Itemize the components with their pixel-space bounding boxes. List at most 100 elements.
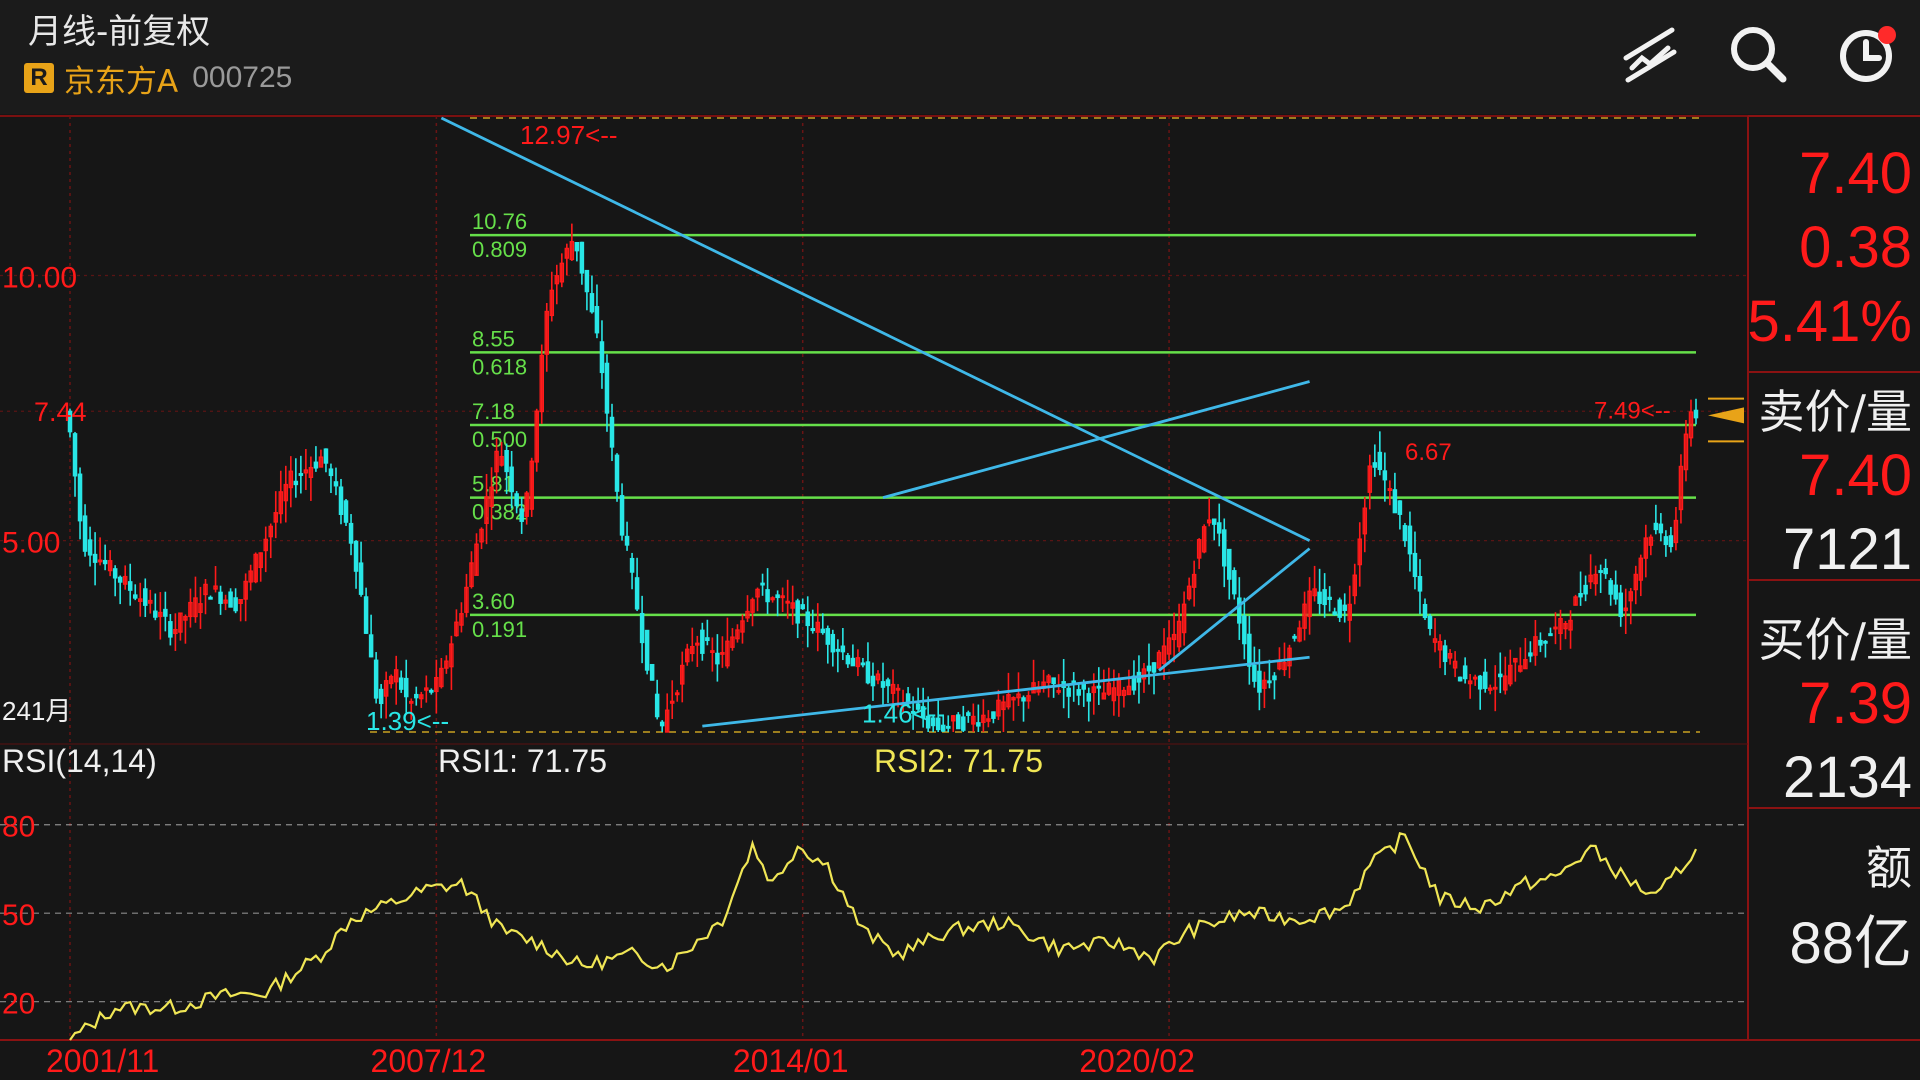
candle-body	[845, 655, 851, 665]
candle-body	[1427, 615, 1433, 629]
candle-body	[795, 600, 800, 624]
candle-body	[614, 454, 620, 492]
chart-canvas[interactable]: 10.760.8098.550.6187.180.5005.810.3823.6…	[0, 0, 1920, 1080]
candle-body	[604, 362, 610, 414]
fib-price-label-0: 10.76	[472, 209, 527, 234]
candle-body	[840, 645, 846, 653]
candle-body	[1377, 451, 1383, 471]
candle-body	[966, 712, 971, 716]
candle-body	[1608, 580, 1613, 595]
candle-body	[1442, 645, 1448, 663]
amount-value: 88亿	[1789, 911, 1912, 976]
candle-body	[112, 568, 118, 579]
candle-body	[313, 461, 319, 469]
candle-body	[825, 628, 831, 645]
candle-body	[208, 596, 213, 600]
price-change: 0.38	[1799, 215, 1912, 280]
candle-body	[624, 535, 630, 546]
candle-body	[760, 582, 765, 586]
fib-price-label-2: 7.18	[472, 399, 515, 424]
candle-body	[1417, 576, 1423, 592]
peak-annotation: 6.67	[1405, 439, 1452, 466]
candle-body	[609, 416, 615, 448]
candle-body	[956, 714, 961, 730]
candle-body	[343, 500, 349, 523]
candle-body	[1272, 675, 1277, 681]
candle-body	[338, 486, 344, 516]
candle-body	[800, 604, 805, 610]
candle-body	[1372, 462, 1378, 468]
candle-body	[328, 468, 334, 477]
rsi1-label: RSI1: 71.75	[438, 743, 607, 779]
candle-body	[414, 693, 419, 699]
candle-body	[705, 637, 710, 641]
candle-body	[1151, 662, 1157, 673]
candle-body	[519, 508, 524, 522]
candle-body	[293, 480, 299, 486]
candle-body	[584, 269, 590, 293]
candle-body	[87, 539, 93, 556]
candle-body	[1242, 615, 1247, 645]
candle-body	[117, 576, 123, 583]
candle-body	[880, 681, 886, 688]
candle-body	[1613, 584, 1618, 600]
candle-body	[1076, 689, 1081, 696]
candle-body	[835, 648, 841, 652]
candle-body	[765, 589, 770, 603]
candle-body	[659, 721, 665, 727]
candle-body	[634, 577, 640, 610]
period-label: 241月	[2, 696, 71, 726]
rsi-line	[69, 832, 1697, 1041]
candle-body	[1216, 522, 1222, 534]
candle-body	[82, 515, 88, 552]
candle-body	[1658, 523, 1664, 534]
candle-body	[1482, 671, 1488, 689]
fib-ratio-label-4: 0.191	[472, 617, 527, 642]
amount-label: 额	[1866, 841, 1912, 895]
change-percent: 5.41%	[1747, 289, 1912, 354]
candle-body	[1237, 597, 1242, 624]
candle-body	[1337, 599, 1342, 618]
candle-body	[1086, 693, 1092, 702]
candle-body	[850, 657, 856, 667]
trend-line-3	[1158, 547, 1311, 672]
candle-body	[378, 688, 384, 705]
candle-body	[1457, 676, 1463, 682]
candle-body	[1402, 525, 1408, 542]
x-tick-label-3: 2020/02	[1079, 1043, 1195, 1079]
candle-body	[127, 581, 133, 591]
candle-body	[1462, 665, 1468, 680]
candle-body	[77, 473, 83, 522]
candle-body	[1292, 635, 1297, 639]
candle-body	[1322, 589, 1327, 606]
candle-body	[810, 628, 815, 632]
candle-body	[820, 628, 826, 634]
candle-body	[1211, 518, 1217, 525]
recent-high-annotation: 7.49<--	[1594, 398, 1671, 425]
y-tick-label-0: 10.00	[2, 261, 77, 294]
x-tick-label-1: 2007/12	[371, 1043, 487, 1079]
high-annotation: 12.97<--	[520, 120, 618, 150]
candle-body	[368, 634, 374, 658]
candle-body	[1412, 552, 1418, 578]
trend-line-2	[702, 655, 1310, 728]
candle-body	[976, 722, 981, 727]
candle-body	[348, 522, 354, 544]
candle-body	[649, 663, 655, 681]
candle-body	[218, 591, 223, 604]
candle-body	[1021, 697, 1026, 702]
candle-body	[233, 597, 238, 612]
low-annotation-2: 1.46<--	[862, 698, 945, 728]
candle-body	[163, 608, 168, 617]
candle-body	[1397, 500, 1403, 515]
rsi-title: RSI(14,14)	[2, 743, 157, 779]
candle-body	[132, 594, 138, 599]
candles-group	[67, 223, 1699, 733]
candle-body	[1247, 633, 1252, 667]
candle-body	[629, 557, 635, 573]
candle-body	[1618, 592, 1623, 618]
candle-body	[1603, 567, 1608, 575]
candle-body	[715, 652, 720, 665]
candle-body	[700, 629, 705, 654]
fib-price-label-1: 8.55	[472, 326, 515, 351]
